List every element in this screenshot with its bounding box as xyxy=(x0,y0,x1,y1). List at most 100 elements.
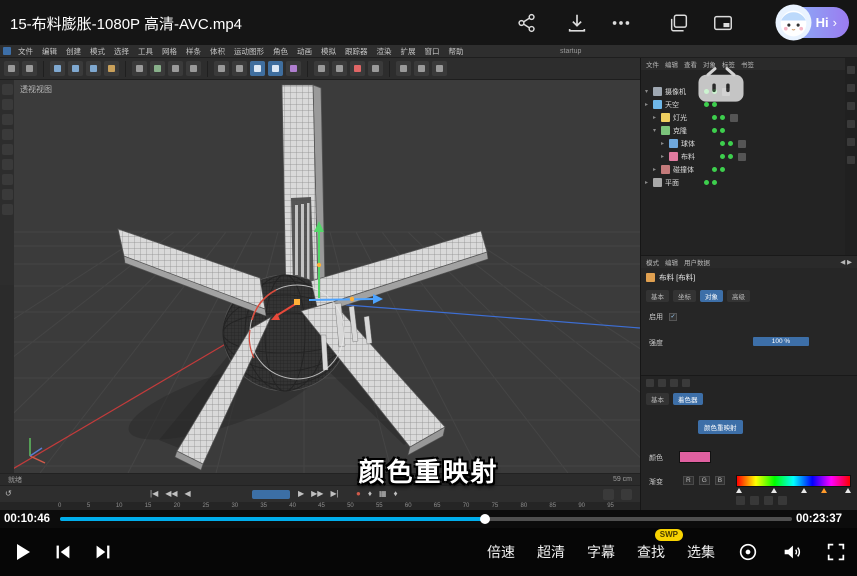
prev-key-button[interactable]: ◀◀ xyxy=(165,489,177,498)
viewport-3d[interactable]: 透视视图 xyxy=(14,80,640,473)
object-row[interactable]: ▸ 平面 xyxy=(641,176,791,189)
pip-icon[interactable] xyxy=(712,12,734,34)
history-arrows[interactable]: ◀ ▶ xyxy=(840,258,852,266)
timeline-ruler[interactable]: 0 5 10 15 20 25 30 35 40 45 50 55 60 65 … xyxy=(0,502,640,510)
checkbox[interactable]: ✓ xyxy=(669,313,677,321)
toolbar-icon[interactable] xyxy=(22,61,37,76)
menu-item[interactable]: 角色 xyxy=(273,46,288,57)
layout-selector[interactable]: startup xyxy=(560,48,581,55)
object-row[interactable]: ▸ 灯光 xyxy=(641,111,791,124)
frame-range-slider[interactable] xyxy=(252,490,290,499)
menu-item[interactable]: 样条 xyxy=(186,46,201,57)
keyframe-icon[interactable]: ♦ xyxy=(394,489,398,498)
caption-button[interactable]: 字幕 xyxy=(587,542,615,562)
panel-icon[interactable] xyxy=(764,496,773,505)
menu-item[interactable]: 工具 xyxy=(138,46,153,57)
toolbar-icon-active[interactable] xyxy=(250,61,265,76)
goto-end-button[interactable]: ▶| xyxy=(330,489,338,498)
panel-icon[interactable] xyxy=(750,496,759,505)
toolbar-icon[interactable] xyxy=(86,61,101,76)
toolbar-icon[interactable] xyxy=(396,61,411,76)
video-frame[interactable]: 文件 编辑 创建 模式 选择 工具 网格 样条 体积 运动图形 角色 动画 模拟… xyxy=(0,45,857,510)
menu-item[interactable]: 模拟 xyxy=(321,46,336,57)
toolbar-icon[interactable] xyxy=(50,61,65,76)
toolbar-icon[interactable] xyxy=(332,61,347,76)
viewport-label[interactable]: 透视视图 xyxy=(20,84,52,95)
panel-icon[interactable] xyxy=(778,496,787,505)
toolbar-icon[interactable] xyxy=(68,61,83,76)
object-row[interactable]: ▸ 布料 xyxy=(641,150,791,163)
keyframe-icon[interactable]: ♦ xyxy=(368,489,372,498)
menu-item[interactable]: 窗口 xyxy=(425,46,440,57)
enabled-dot[interactable] xyxy=(712,128,717,133)
toolbar-icon[interactable] xyxy=(368,61,383,76)
enabled-dot[interactable] xyxy=(704,180,709,185)
toolbar-icon[interactable] xyxy=(2,114,13,125)
object-row[interactable]: ▾ 克隆 xyxy=(641,124,791,137)
prev-episode-button[interactable] xyxy=(52,541,74,563)
dock-icon[interactable] xyxy=(847,138,855,146)
search-button[interactable]: 查找 SWP xyxy=(637,542,665,562)
toolbar-icon[interactable] xyxy=(4,61,19,76)
prev-frame-button[interactable]: ◀ xyxy=(185,489,191,498)
enabled-dot[interactable] xyxy=(720,141,725,146)
panel-icon[interactable] xyxy=(646,379,654,387)
menu-item[interactable]: 网格 xyxy=(162,46,177,57)
enabled-dot[interactable] xyxy=(712,167,717,172)
toolbar-icon[interactable] xyxy=(2,204,13,215)
toolbar-icon[interactable] xyxy=(186,61,201,76)
toolbar-icon[interactable] xyxy=(214,61,229,76)
panel-icon[interactable] xyxy=(670,379,678,387)
menu-item[interactable]: 文件 xyxy=(646,59,659,69)
share-icon[interactable] xyxy=(516,12,538,34)
menu-item[interactable]: 帮助 xyxy=(449,46,464,57)
next-episode-button[interactable] xyxy=(92,541,114,563)
quality-button[interactable]: 超清 xyxy=(537,542,565,562)
tag-icon[interactable] xyxy=(738,153,746,161)
enabled-dot[interactable] xyxy=(720,154,725,159)
menu-item[interactable]: 模式 xyxy=(646,257,659,267)
dock-icon[interactable] xyxy=(847,156,855,164)
episodes-button[interactable]: 选集 xyxy=(687,542,715,562)
panel-icon[interactable] xyxy=(682,379,690,387)
toolbar-icon[interactable] xyxy=(2,174,13,185)
download-icon[interactable] xyxy=(566,12,588,34)
menu-item[interactable]: 编辑 xyxy=(665,257,678,267)
undo-icon[interactable]: ↺ xyxy=(5,489,12,498)
toolbar-icon-active[interactable] xyxy=(268,61,283,76)
toolbar-icon[interactable] xyxy=(432,61,447,76)
seek-bar[interactable] xyxy=(60,517,792,521)
color-remap-button[interactable]: 颜色重映射 xyxy=(698,420,743,434)
menu-item[interactable]: 选择 xyxy=(114,46,129,57)
toolbar-icon[interactable] xyxy=(150,61,165,76)
toolbar-icon[interactable] xyxy=(2,159,13,170)
menu-item[interactable]: 模式 xyxy=(90,46,105,57)
tag-icon[interactable] xyxy=(738,140,746,148)
tab-coord[interactable]: 坐标 xyxy=(673,290,696,302)
menu-item[interactable]: 动画 xyxy=(297,46,312,57)
toolbar-icon[interactable] xyxy=(2,189,13,200)
dock-icon[interactable] xyxy=(847,120,855,128)
object-row[interactable]: ▸ 碰撞体 xyxy=(641,163,791,176)
tab-object[interactable]: 对象 xyxy=(700,290,723,302)
tab-advanced[interactable]: 高级 xyxy=(727,290,750,302)
play-button[interactable] xyxy=(10,540,34,564)
goto-start-button[interactable]: |◀ xyxy=(150,489,158,498)
toolbar-icon[interactable] xyxy=(2,99,13,110)
toolbar-icon[interactable] xyxy=(603,489,614,500)
toolbar-icon[interactable] xyxy=(350,61,365,76)
toolbar-icon[interactable] xyxy=(414,61,429,76)
toolbar-icon[interactable] xyxy=(232,61,247,76)
next-key-button[interactable]: ▶▶ xyxy=(311,489,323,498)
dock-icon[interactable] xyxy=(847,102,855,110)
menu-item[interactable]: 编辑 xyxy=(42,46,57,57)
toolbar-icon[interactable] xyxy=(286,61,301,76)
seek-handle[interactable] xyxy=(480,514,490,524)
tab-basic[interactable]: 基本 xyxy=(646,393,669,405)
toolbar-icon[interactable] xyxy=(2,84,13,95)
toolbar-icon[interactable] xyxy=(2,144,13,155)
enabled-dot[interactable] xyxy=(712,115,717,120)
dock-icon[interactable] xyxy=(847,66,855,74)
object-row[interactable]: ▸ 球体 xyxy=(641,137,791,150)
toolbar-icon[interactable] xyxy=(314,61,329,76)
